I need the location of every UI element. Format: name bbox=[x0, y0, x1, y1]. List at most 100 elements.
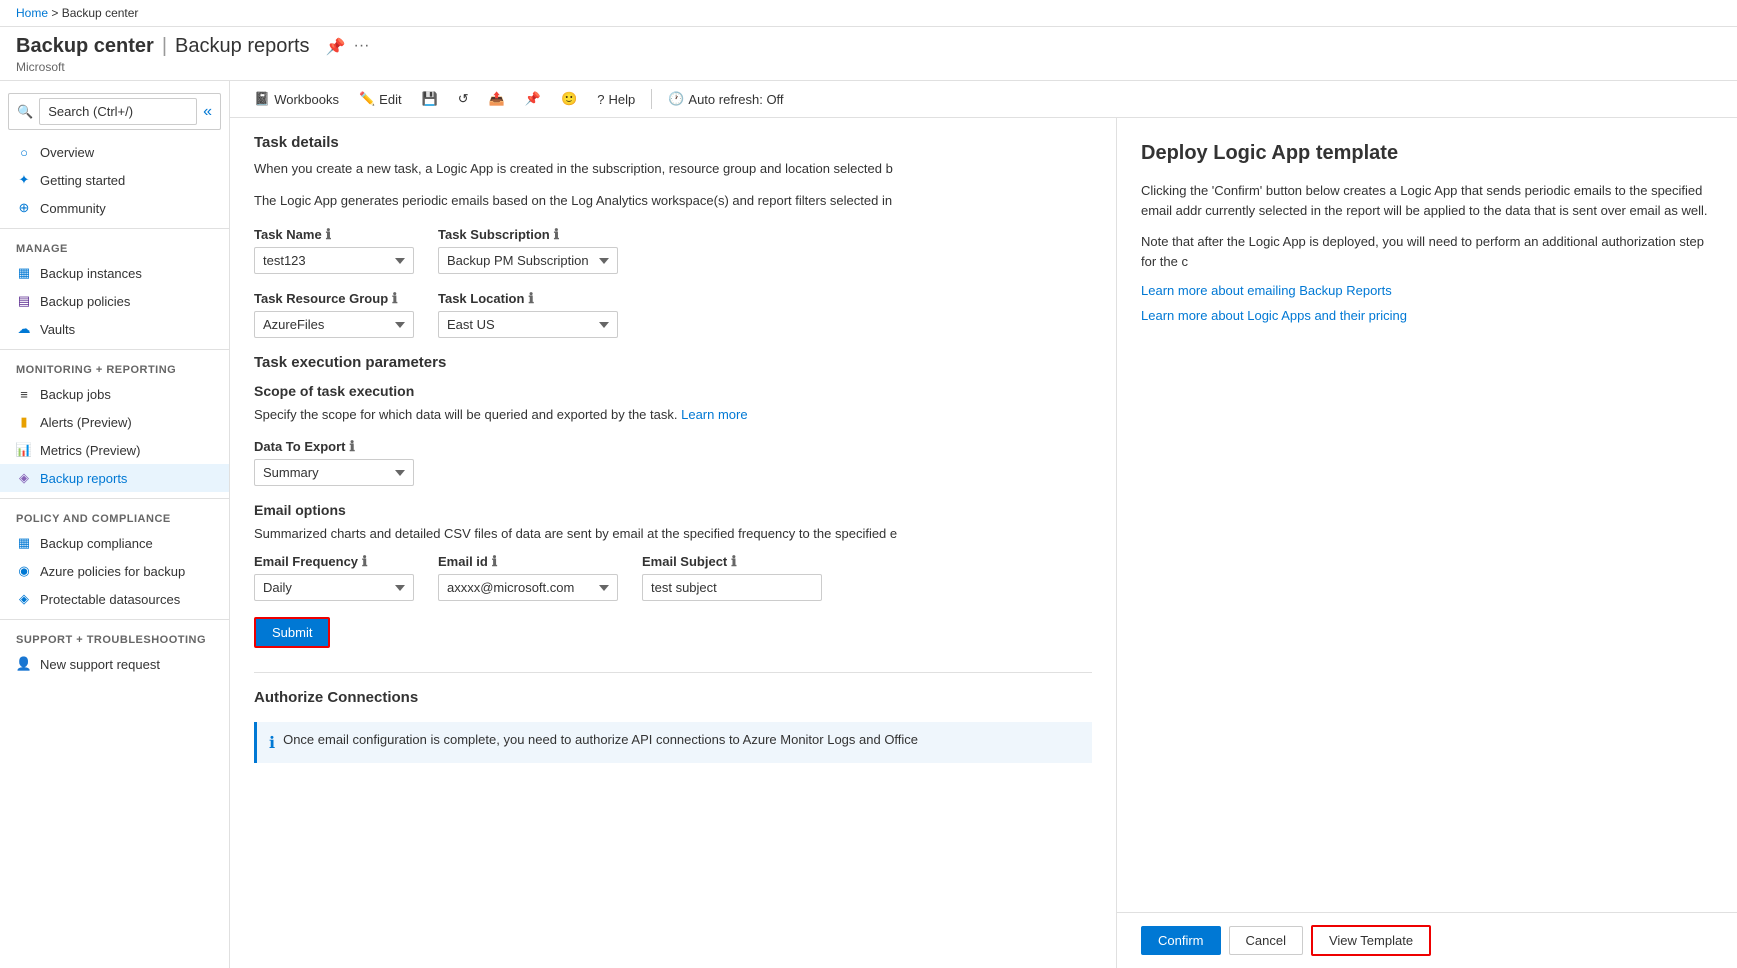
authorize-desc: Once email configuration is complete, yo… bbox=[283, 732, 918, 747]
cancel-button[interactable]: Cancel bbox=[1229, 926, 1303, 955]
clock-icon: 🕐 bbox=[668, 91, 684, 107]
submit-button[interactable]: Submit bbox=[254, 617, 330, 648]
pin-icon: 📌 bbox=[525, 91, 541, 107]
backup-instances-icon: ▦ bbox=[16, 265, 32, 281]
learn-more-logic-apps-link[interactable]: Learn more about Logic Apps and their pr… bbox=[1141, 308, 1713, 323]
search-input[interactable] bbox=[39, 98, 197, 125]
auto-refresh-button[interactable]: 🕐 Auto refresh: Off bbox=[660, 87, 791, 111]
task-name-select[interactable]: test123 bbox=[254, 247, 414, 274]
sidebar: 🔍 « ○ Overview ✦ Getting started ⊕ Commu… bbox=[0, 81, 230, 968]
sidebar-section-policy: Policy and compliance bbox=[0, 505, 229, 529]
task-location-select[interactable]: East US bbox=[438, 311, 618, 338]
task-name-info-icon[interactable]: ℹ bbox=[326, 226, 331, 243]
task-details-title: Task details bbox=[254, 134, 1092, 151]
confirm-button[interactable]: Confirm bbox=[1141, 926, 1221, 955]
sidebar-item-backup-reports[interactable]: ◈ Backup reports bbox=[0, 464, 229, 492]
task-resource-group-select[interactable]: AzureFiles bbox=[254, 311, 414, 338]
alerts-icon: ▮ bbox=[16, 414, 32, 430]
sidebar-item-alerts[interactable]: ▮ Alerts (Preview) bbox=[0, 408, 229, 436]
form-row-resource-group-location: Task Resource Group ℹ AzureFiles Task Lo… bbox=[254, 290, 1092, 338]
vaults-icon: ☁ bbox=[16, 321, 32, 337]
email-subject-info-icon[interactable]: ℹ bbox=[731, 553, 736, 570]
sidebar-item-alerts-label: Alerts (Preview) bbox=[40, 415, 132, 430]
sidebar-item-getting-started[interactable]: ✦ Getting started bbox=[0, 166, 229, 194]
sidebar-item-community[interactable]: ⊕ Community bbox=[0, 194, 229, 222]
sidebar-item-azure-policies[interactable]: ◉ Azure policies for backup bbox=[0, 557, 229, 585]
backup-policies-icon: ▤ bbox=[16, 293, 32, 309]
email-id-field: Email id ℹ axxxx@microsoft.com bbox=[438, 553, 618, 601]
protectable-datasources-icon: ◈ bbox=[16, 591, 32, 607]
data-to-export-select[interactable]: Summary bbox=[254, 459, 414, 486]
sidebar-item-backup-reports-label: Backup reports bbox=[40, 471, 127, 486]
pin-header-icon[interactable]: 📌 bbox=[326, 37, 346, 57]
refresh-button[interactable]: ↺ bbox=[450, 87, 477, 111]
more-options-icon[interactable]: ··· bbox=[353, 37, 369, 57]
send-button[interactable]: 📤 bbox=[481, 87, 513, 111]
save-icon: 💾 bbox=[422, 91, 438, 107]
page-separator: | bbox=[162, 35, 167, 58]
toolbar: 📓 Workbooks ✏️ Edit 💾 ↺ 📤 📌 🙂 bbox=[230, 81, 1737, 118]
sidebar-item-backup-instances[interactable]: ▦ Backup instances bbox=[0, 259, 229, 287]
feedback-button[interactable]: 🙂 bbox=[553, 87, 585, 111]
new-support-icon: 👤 bbox=[16, 656, 32, 672]
sidebar-item-backup-compliance[interactable]: ▦ Backup compliance bbox=[0, 529, 229, 557]
task-resource-group-info-icon[interactable]: ℹ bbox=[392, 290, 397, 307]
scope-learn-more-link[interactable]: Learn more bbox=[681, 407, 747, 422]
right-panel-title: Deploy Logic App template bbox=[1141, 142, 1713, 165]
getting-started-icon: ✦ bbox=[16, 172, 32, 188]
breadcrumb-home[interactable]: Home bbox=[16, 6, 48, 20]
data-to-export-info-icon[interactable]: ℹ bbox=[350, 438, 355, 455]
sidebar-item-metrics-label: Metrics (Preview) bbox=[40, 443, 140, 458]
task-subscription-select[interactable]: Backup PM Subscription bbox=[438, 247, 618, 274]
task-details-desc2: The Logic App generates periodic emails … bbox=[254, 191, 1092, 211]
sidebar-item-protectable-datasources-label: Protectable datasources bbox=[40, 592, 180, 607]
learn-more-emailing-link[interactable]: Learn more about emailing Backup Reports bbox=[1141, 283, 1713, 298]
edit-button[interactable]: ✏️ Edit bbox=[351, 87, 410, 111]
sidebar-item-metrics[interactable]: 📊 Metrics (Preview) bbox=[0, 436, 229, 464]
execution-title: Task execution parameters bbox=[254, 354, 1092, 371]
page-org: Microsoft bbox=[16, 60, 1721, 74]
sidebar-item-new-support[interactable]: 👤 New support request bbox=[0, 650, 229, 678]
pin-button[interactable]: 📌 bbox=[517, 87, 549, 111]
submit-row: Submit bbox=[254, 617, 1092, 648]
email-frequency-info-icon[interactable]: ℹ bbox=[362, 553, 367, 570]
sidebar-item-overview[interactable]: ○ Overview bbox=[0, 138, 229, 166]
sidebar-item-vaults[interactable]: ☁ Vaults bbox=[0, 315, 229, 343]
task-subscription-info-icon[interactable]: ℹ bbox=[554, 226, 559, 243]
email-subject-input[interactable] bbox=[642, 574, 822, 601]
task-subscription-field: Task Subscription ℹ Backup PM Subscripti… bbox=[438, 226, 618, 274]
sidebar-item-protectable-datasources[interactable]: ◈ Protectable datasources bbox=[0, 585, 229, 613]
email-id-info-icon[interactable]: ℹ bbox=[492, 553, 497, 570]
backup-compliance-icon: ▦ bbox=[16, 535, 32, 551]
sidebar-item-backup-policies[interactable]: ▤ Backup policies bbox=[0, 287, 229, 315]
search-box[interactable]: 🔍 « bbox=[8, 93, 221, 130]
right-panel-footer: Confirm Cancel View Template bbox=[1117, 912, 1737, 968]
sidebar-item-azure-policies-label: Azure policies for backup bbox=[40, 564, 185, 579]
data-to-export-label: Data To Export ℹ bbox=[254, 438, 414, 455]
sidebar-section-monitoring: Monitoring + reporting bbox=[0, 356, 229, 380]
sidebar-item-new-support-label: New support request bbox=[40, 657, 160, 672]
authorize-section: Authorize Connections ℹ Once email confi… bbox=[254, 672, 1092, 763]
workbooks-button[interactable]: 📓 Workbooks bbox=[246, 87, 347, 111]
email-frequency-select[interactable]: Daily bbox=[254, 574, 414, 601]
feedback-icon: 🙂 bbox=[561, 91, 577, 107]
scope-desc: Specify the scope for which data will be… bbox=[254, 407, 1092, 422]
email-frequency-label: Email Frequency ℹ bbox=[254, 553, 414, 570]
task-location-info-icon[interactable]: ℹ bbox=[528, 290, 533, 307]
data-to-export-field: Data To Export ℹ Summary bbox=[254, 438, 414, 486]
task-location-field: Task Location ℹ East US bbox=[438, 290, 618, 338]
email-options-desc: Summarized charts and detailed CSV files… bbox=[254, 526, 1092, 541]
view-template-button[interactable]: View Template bbox=[1311, 925, 1431, 956]
collapse-icon[interactable]: « bbox=[203, 103, 212, 121]
email-subject-field: Email Subject ℹ bbox=[642, 553, 822, 601]
right-panel-body: Deploy Logic App template Clicking the '… bbox=[1117, 118, 1737, 912]
breadcrumb-separator: > bbox=[48, 6, 62, 20]
sidebar-divider-2 bbox=[0, 349, 229, 350]
help-button[interactable]: ? Help bbox=[589, 88, 643, 111]
save-button[interactable]: 💾 bbox=[414, 87, 446, 111]
email-id-select[interactable]: axxxx@microsoft.com bbox=[438, 574, 618, 601]
task-name-label: Task Name ℹ bbox=[254, 226, 414, 243]
form-row-task-name-subscription: Task Name ℹ test123 Task Subscription ℹ bbox=[254, 226, 1092, 274]
task-subscription-label: Task Subscription ℹ bbox=[438, 226, 618, 243]
sidebar-item-backup-jobs[interactable]: ≡ Backup jobs bbox=[0, 380, 229, 408]
